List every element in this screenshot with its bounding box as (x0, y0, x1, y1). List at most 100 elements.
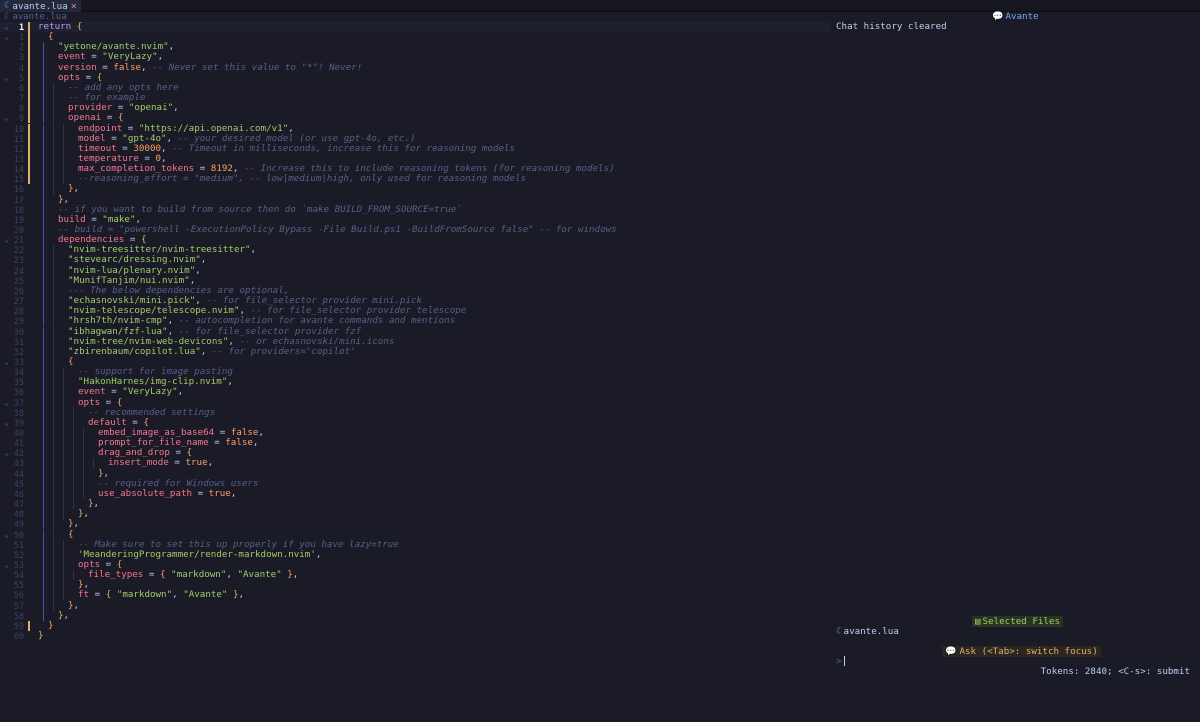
indent-guide (73, 407, 74, 418)
git-change-sign (28, 620, 30, 631)
code-token: , (226, 569, 238, 581)
indent-guide (83, 448, 84, 459)
indent-guide (53, 296, 54, 307)
line-number: 15 (13, 174, 24, 185)
code-line[interactable]: 60} (0, 630, 830, 640)
indent-guide (53, 103, 54, 114)
code-line[interactable]: 4 version = false, -- Never set this valu… (0, 62, 830, 73)
indent-guide (43, 285, 44, 297)
code-line[interactable]: 49}, (0, 518, 830, 530)
indent-guide (53, 509, 54, 520)
code-line[interactable]: 16}, (0, 184, 830, 195)
code-line[interactable]: 59} (0, 620, 830, 631)
code-token: , (195, 264, 201, 276)
line-number: 20 (13, 225, 24, 235)
git-change-sign (28, 164, 30, 175)
git-change-sign (28, 62, 30, 73)
prompt-symbol: > (836, 656, 842, 667)
code-token: , (200, 254, 207, 266)
code-token: = (168, 457, 186, 469)
indent-guide (43, 103, 44, 114)
indent-guide (53, 488, 54, 500)
indent-guide (43, 346, 44, 357)
code-text: version = false, -- Never set this value… (58, 62, 362, 73)
git-change-sign (28, 113, 30, 124)
code-text: { (68, 529, 74, 540)
indent-guide (43, 428, 44, 439)
line-number: 56 (13, 590, 24, 601)
code-editor[interactable]: ⌄ 1 return {⌄ 1{2 "yetone/avante.nvim", 3 even… (0, 22, 830, 640)
code-line[interactable]: 47}, (0, 498, 830, 510)
code-token: "Avante" (183, 589, 228, 601)
chat-status-message: Chat history cleared (836, 21, 947, 32)
prompt-input[interactable]: > (836, 656, 845, 667)
indent-guide (43, 113, 44, 124)
code-token: , (73, 518, 80, 530)
code-text: { (48, 32, 54, 42)
code-line[interactable]: 8 provider = "openai", (0, 102, 830, 114)
line-number: 32 (13, 346, 24, 357)
indent-guide (53, 93, 54, 104)
line-number: 35 (13, 377, 24, 388)
code-line[interactable]: 48}, (0, 509, 830, 520)
selected-files-header: ▤ Selected Files (972, 616, 1063, 627)
code-line[interactable]: 36 event = "VeryLazy", (0, 387, 830, 398)
line-number: 55 (13, 580, 24, 591)
git-change-sign (28, 52, 30, 63)
code-token: , (258, 427, 264, 438)
indent-guide (53, 519, 54, 530)
indent-guide (73, 478, 74, 489)
line-number: 53 (13, 559, 24, 570)
tab-label: avante.lua (12, 0, 68, 12)
selected-file-item[interactable]: ☾ avante.lua (836, 626, 899, 637)
indent-guide (83, 488, 84, 500)
indent-guide (43, 519, 44, 530)
indent-guide (83, 428, 84, 439)
code-token: , (227, 376, 233, 388)
avante-chat-panel: 💬 Avante Chat history cleared ▤ Selected… (830, 0, 1200, 722)
code-line[interactable]: 15 --reasoning_effort = "medium", -- low|… (0, 173, 830, 185)
indent-guide (43, 72, 44, 83)
indent-guide (43, 356, 44, 368)
code-token: , (207, 457, 214, 469)
code-line[interactable]: 52 'MeanderingProgrammer/render-markdown.… (0, 549, 830, 560)
indent-guide (53, 438, 54, 449)
git-change-sign (28, 174, 30, 185)
indent-guide (43, 62, 44, 73)
code-line[interactable]: 56 ft = { "markdown", "Avante" }, (0, 589, 830, 601)
indent-guide (63, 367, 64, 378)
indent-guide (43, 214, 44, 225)
code-token: "openai" (128, 102, 174, 114)
indent-guide (53, 559, 54, 571)
code-line[interactable]: ⌄ 1 return { (0, 22, 830, 33)
line-number: 59 (13, 620, 24, 631)
indent-guide (63, 174, 64, 185)
tab-avante-lua[interactable]: ☾ avante.lua ✕ (0, 0, 81, 12)
code-token: , (172, 589, 184, 601)
code-line[interactable]: 58}, (0, 610, 830, 621)
code-line[interactable]: 43 insert_mode = true, (0, 457, 830, 469)
code-text: }, (88, 498, 99, 509)
indent-guide (43, 235, 44, 246)
code-token: --reasoning_effort = "medium", -- low|me… (78, 173, 527, 185)
indent-guide (73, 468, 74, 479)
indent-guide (43, 93, 44, 104)
indent-guide (63, 488, 64, 500)
code-line[interactable]: 54 file_types = { "markdown", "Avante" }, (0, 569, 830, 581)
line-number: 11 (13, 133, 24, 144)
indent-guide (63, 407, 64, 418)
indent-guide (53, 407, 54, 418)
indent-guide (43, 570, 44, 581)
code-line[interactable]: 32 "zbirenbaum/copilot.lua", -- for provi… (0, 346, 830, 357)
close-icon[interactable]: ✕ (71, 1, 77, 12)
code-line[interactable]: 57}, (0, 600, 830, 611)
indent-guide (63, 499, 64, 510)
indent-guide (53, 417, 54, 428)
indent-guide (43, 153, 44, 165)
git-change-sign (28, 103, 30, 114)
line-number: 18 (13, 204, 24, 215)
code-line[interactable]: 46 use_absolute_path = true, (0, 488, 830, 500)
indent-guide (43, 164, 44, 175)
line-number: 34 (13, 367, 24, 378)
code-token: false (225, 437, 253, 449)
